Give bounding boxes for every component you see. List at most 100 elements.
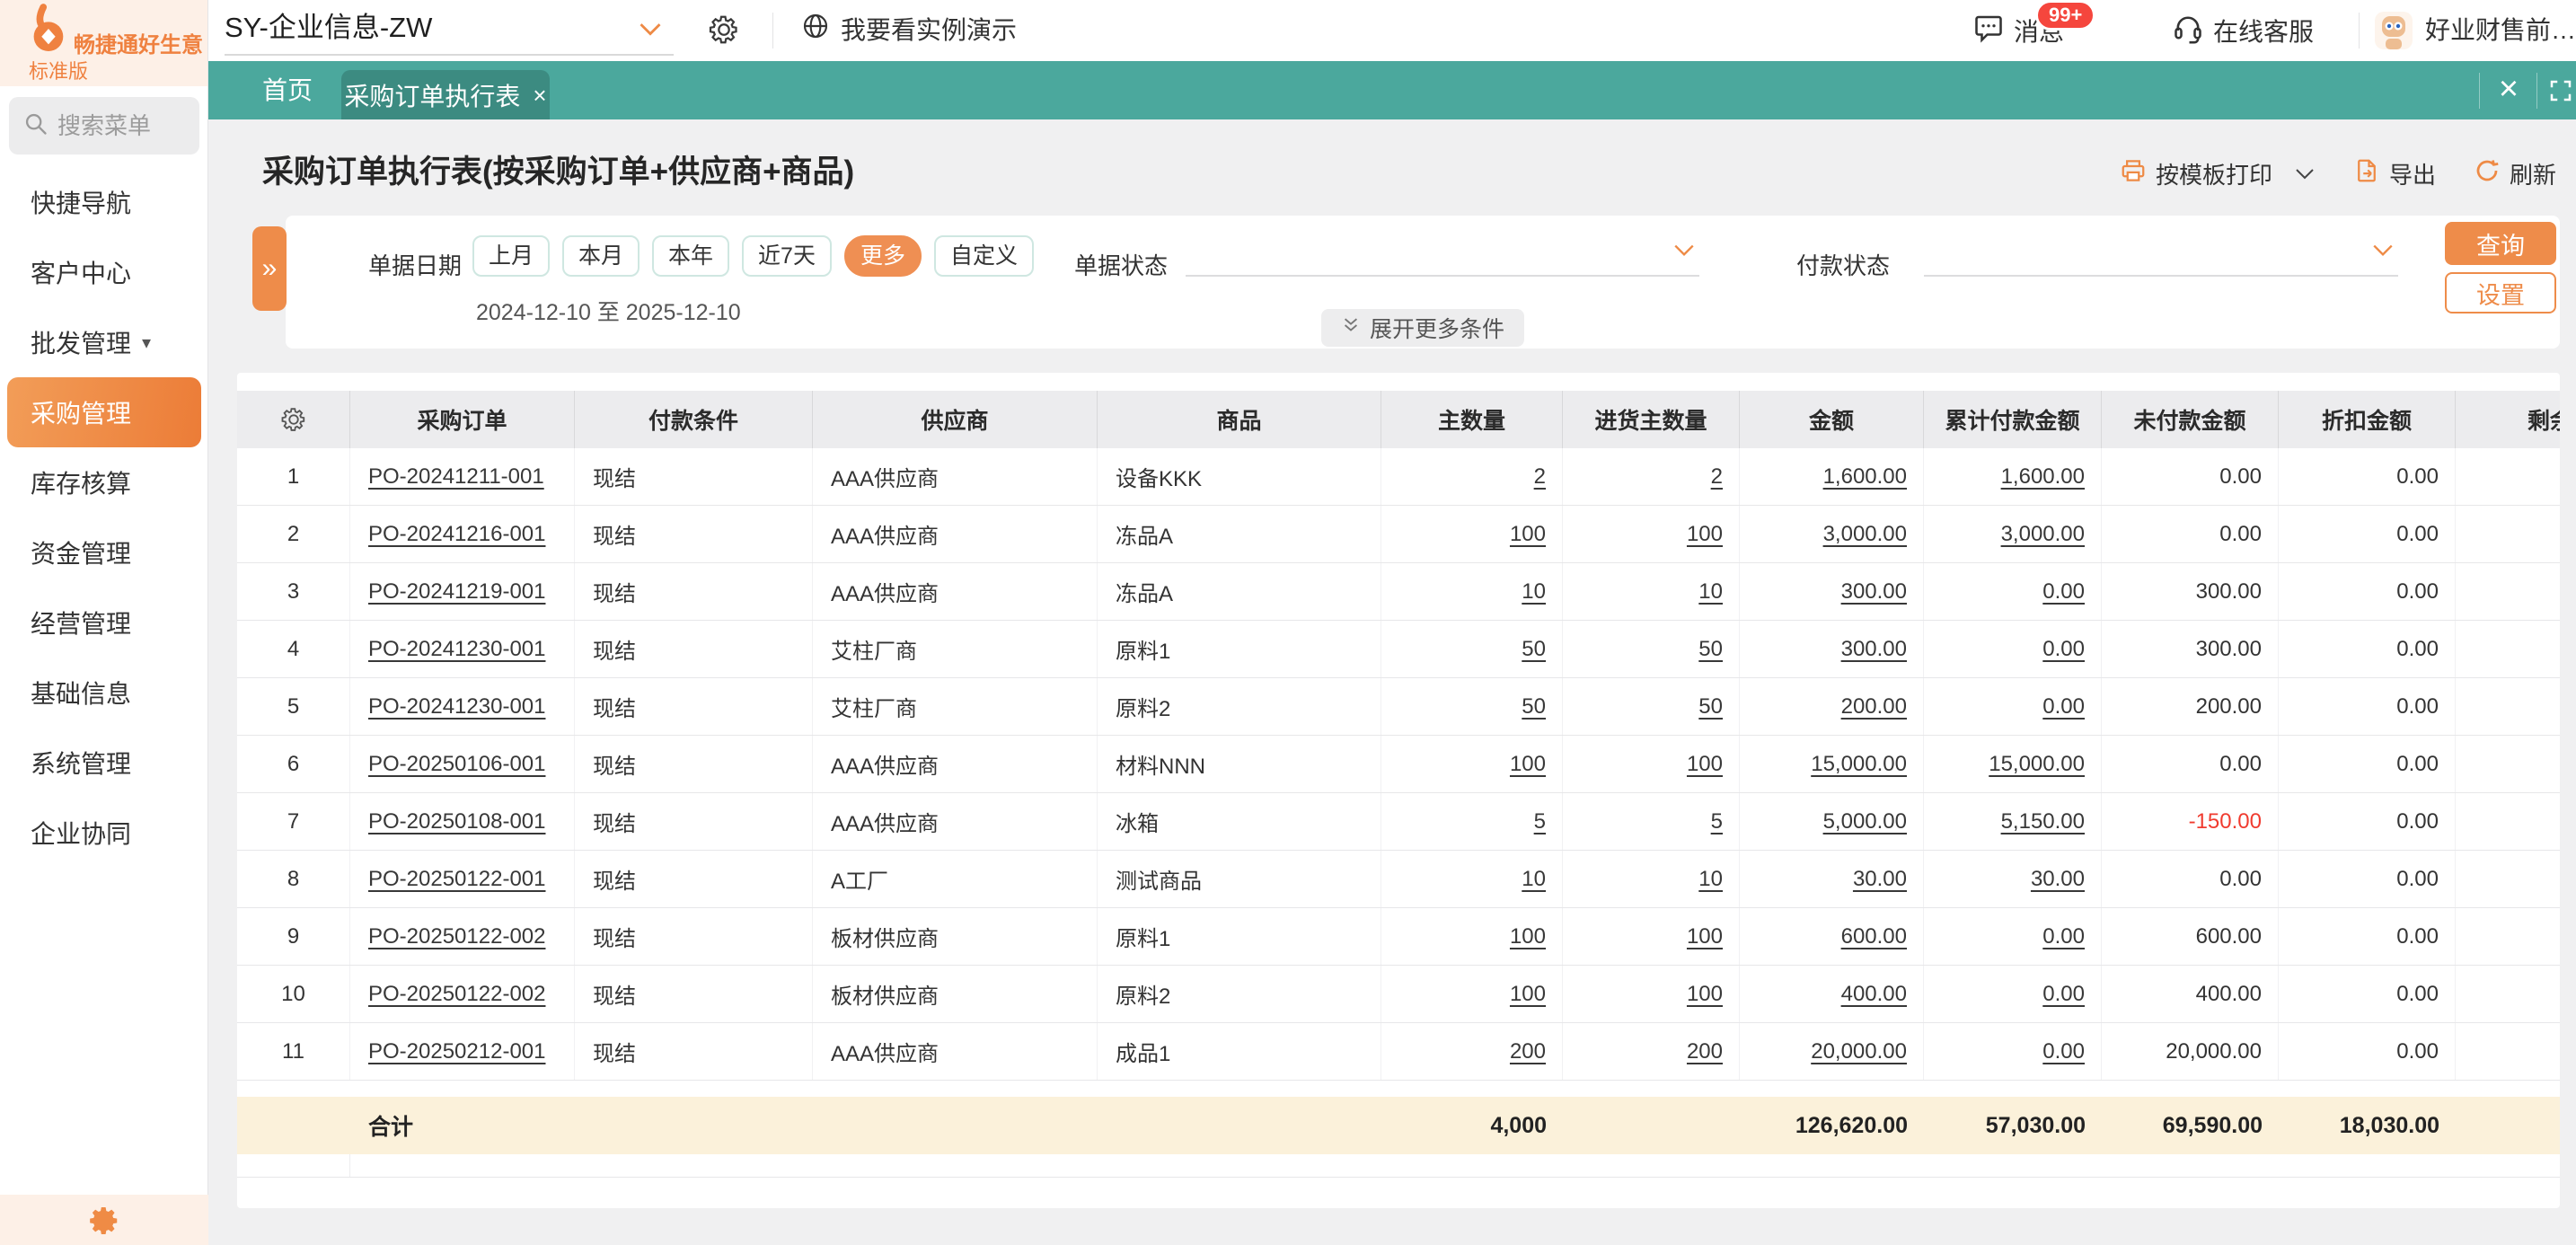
paid-link[interactable]: 0.00 [2042,694,2085,720]
qty-link[interactable]: 2 [1534,464,1546,490]
pay-status-select[interactable] [1924,230,2398,277]
expand-more-filters-button[interactable]: 展开更多条件 [1321,309,1524,347]
po-link[interactable]: PO-20250106-001 [368,752,545,777]
in-qty-link[interactable]: 100 [1687,924,1723,949]
sidebar-item[interactable]: 库存核算 [7,447,201,517]
collapse-filter-button[interactable]: » [252,226,287,311]
qty-link[interactable]: 100 [1510,982,1546,1007]
sidebar-item[interactable]: 经营管理 [7,587,201,658]
discount-cell: 0.00 [2279,851,2456,907]
in-qty-link[interactable]: 10 [1698,867,1723,892]
gear-icon[interactable] [708,13,740,50]
sidebar-item[interactable]: 采购管理 [7,377,201,447]
tab-home[interactable]: 首页 [235,61,340,119]
qty-link[interactable]: 5 [1534,809,1546,834]
amount-link[interactable]: 200.00 [1841,694,1907,720]
sidebar-item[interactable]: 客户中心 [7,237,201,307]
po-link[interactable]: PO-20241211-001 [368,464,544,490]
paid-link[interactable]: 1,600.00 [2001,464,2085,490]
paid-link[interactable]: 0.00 [2042,1039,2085,1064]
in-qty-link[interactable]: 50 [1698,694,1723,720]
paid-link[interactable]: 0.00 [2042,637,2085,662]
sidebar-item[interactable]: 资金管理 [7,517,201,587]
in-qty-link[interactable]: 10 [1698,579,1723,605]
qty-link[interactable]: 50 [1522,694,1546,720]
demo-link[interactable]: 我要看实例演示 [801,0,1017,57]
tab-purchase-order-report[interactable]: 采购订单执行表 × [341,70,550,119]
po-link[interactable]: PO-20250212-001 [368,1039,545,1064]
product-cell: 设备KKK [1098,448,1381,505]
column-settings-cell[interactable] [237,391,350,448]
close-all-tabs-icon[interactable]: × [2486,61,2531,117]
date-range-value[interactable]: 2024-12-10 至 2025-12-10 [476,295,741,327]
date-range-pill[interactable]: 自定义 [934,235,1034,277]
amount-link[interactable]: 300.00 [1841,579,1907,605]
paid-link[interactable]: 15,000.00 [1989,752,2085,777]
date-range-pill[interactable]: 本月 [562,235,640,277]
po-link[interactable]: PO-20241230-001 [368,694,545,720]
company-selector[interactable]: SY-企业信息-ZW [225,0,432,56]
po-link[interactable]: PO-20241216-001 [368,522,545,547]
menu-search-input[interactable] [57,112,192,140]
in-qty-link[interactable]: 100 [1687,522,1723,547]
date-range-pill[interactable]: 近7天 [742,235,832,277]
query-button[interactable]: 查询 [2445,222,2556,265]
paid-link[interactable]: 0.00 [2042,924,2085,949]
po-link[interactable]: PO-20250122-002 [368,924,545,949]
doc-status-select[interactable] [1186,230,1699,277]
paid-link[interactable]: 5,150.00 [2001,809,2085,834]
qty-link[interactable]: 100 [1510,522,1546,547]
amount-link[interactable]: 3,000.00 [1823,522,1907,547]
in-qty-link[interactable]: 100 [1687,752,1723,777]
po-link[interactable]: PO-20241230-001 [368,637,545,662]
in-qty-link[interactable]: 50 [1698,637,1723,662]
po-link[interactable]: PO-20241219-001 [368,579,545,605]
amount-link[interactable]: 30.00 [1853,867,1907,892]
print-by-template-button[interactable]: 按模板打印 [2120,157,2316,190]
sidebar-item[interactable]: 批发管理 ▾ [7,307,201,377]
chevron-down-icon[interactable] [638,22,663,42]
qty-link[interactable]: 100 [1510,924,1546,949]
po-link[interactable]: PO-20250122-001 [368,867,545,892]
qty-link[interactable]: 100 [1510,752,1546,777]
amount-link[interactable]: 15,000.00 [1811,752,1907,777]
sidebar-item[interactable]: 系统管理 [7,728,201,798]
qty-link[interactable]: 50 [1522,637,1546,662]
sidebar-item[interactable]: 企业协同 [7,798,201,868]
paid-link[interactable]: 30.00 [2031,867,2085,892]
po-link[interactable]: PO-20250122-002 [368,982,545,1007]
amount-link[interactable]: 5,000.00 [1823,809,1907,834]
online-support-button[interactable]: 在线客服 [2172,0,2314,61]
in-qty-link[interactable]: 200 [1687,1039,1723,1064]
paid-link[interactable]: 0.00 [2042,579,2085,605]
tab-close-icon[interactable]: × [533,84,546,107]
amount-link[interactable]: 600.00 [1841,924,1907,949]
assistant-name[interactable]: 好业财售前… [2425,0,2576,61]
date-range-pill[interactable]: 本年 [652,235,729,277]
in-qty-link[interactable]: 5 [1711,809,1723,834]
po-link[interactable]: PO-20250108-001 [368,809,545,834]
amount-link[interactable]: 1,600.00 [1823,464,1907,490]
settings-gear-icon[interactable] [87,1204,121,1238]
refresh-button[interactable]: 刷新 [2474,157,2556,190]
fullscreen-icon[interactable] [2547,77,2574,109]
amount-link[interactable]: 20,000.00 [1811,1039,1907,1064]
settings-button[interactable]: 设置 [2445,272,2556,313]
qty-link[interactable]: 10 [1522,579,1546,605]
terms-cell: 现结 [575,908,813,965]
in-qty-link[interactable]: 2 [1711,464,1723,490]
sidebar-item[interactable]: 快捷导航 [7,167,201,237]
qty-link[interactable]: 200 [1510,1039,1546,1064]
sidebar-item[interactable]: 基础信息 [7,658,201,728]
menu-search[interactable] [9,97,199,155]
export-button[interactable]: 导出 [2353,157,2436,190]
paid-link[interactable]: 0.00 [2042,982,2085,1007]
date-range-pill[interactable]: 上月 [472,235,550,277]
in-qty-link[interactable]: 100 [1687,982,1723,1007]
date-range-pill[interactable]: 更多 [844,235,922,277]
qty-link[interactable]: 10 [1522,867,1546,892]
amount-link[interactable]: 400.00 [1841,982,1907,1007]
assistant-avatar[interactable] [2375,12,2413,49]
amount-link[interactable]: 300.00 [1841,637,1907,662]
paid-link[interactable]: 3,000.00 [2001,522,2085,547]
